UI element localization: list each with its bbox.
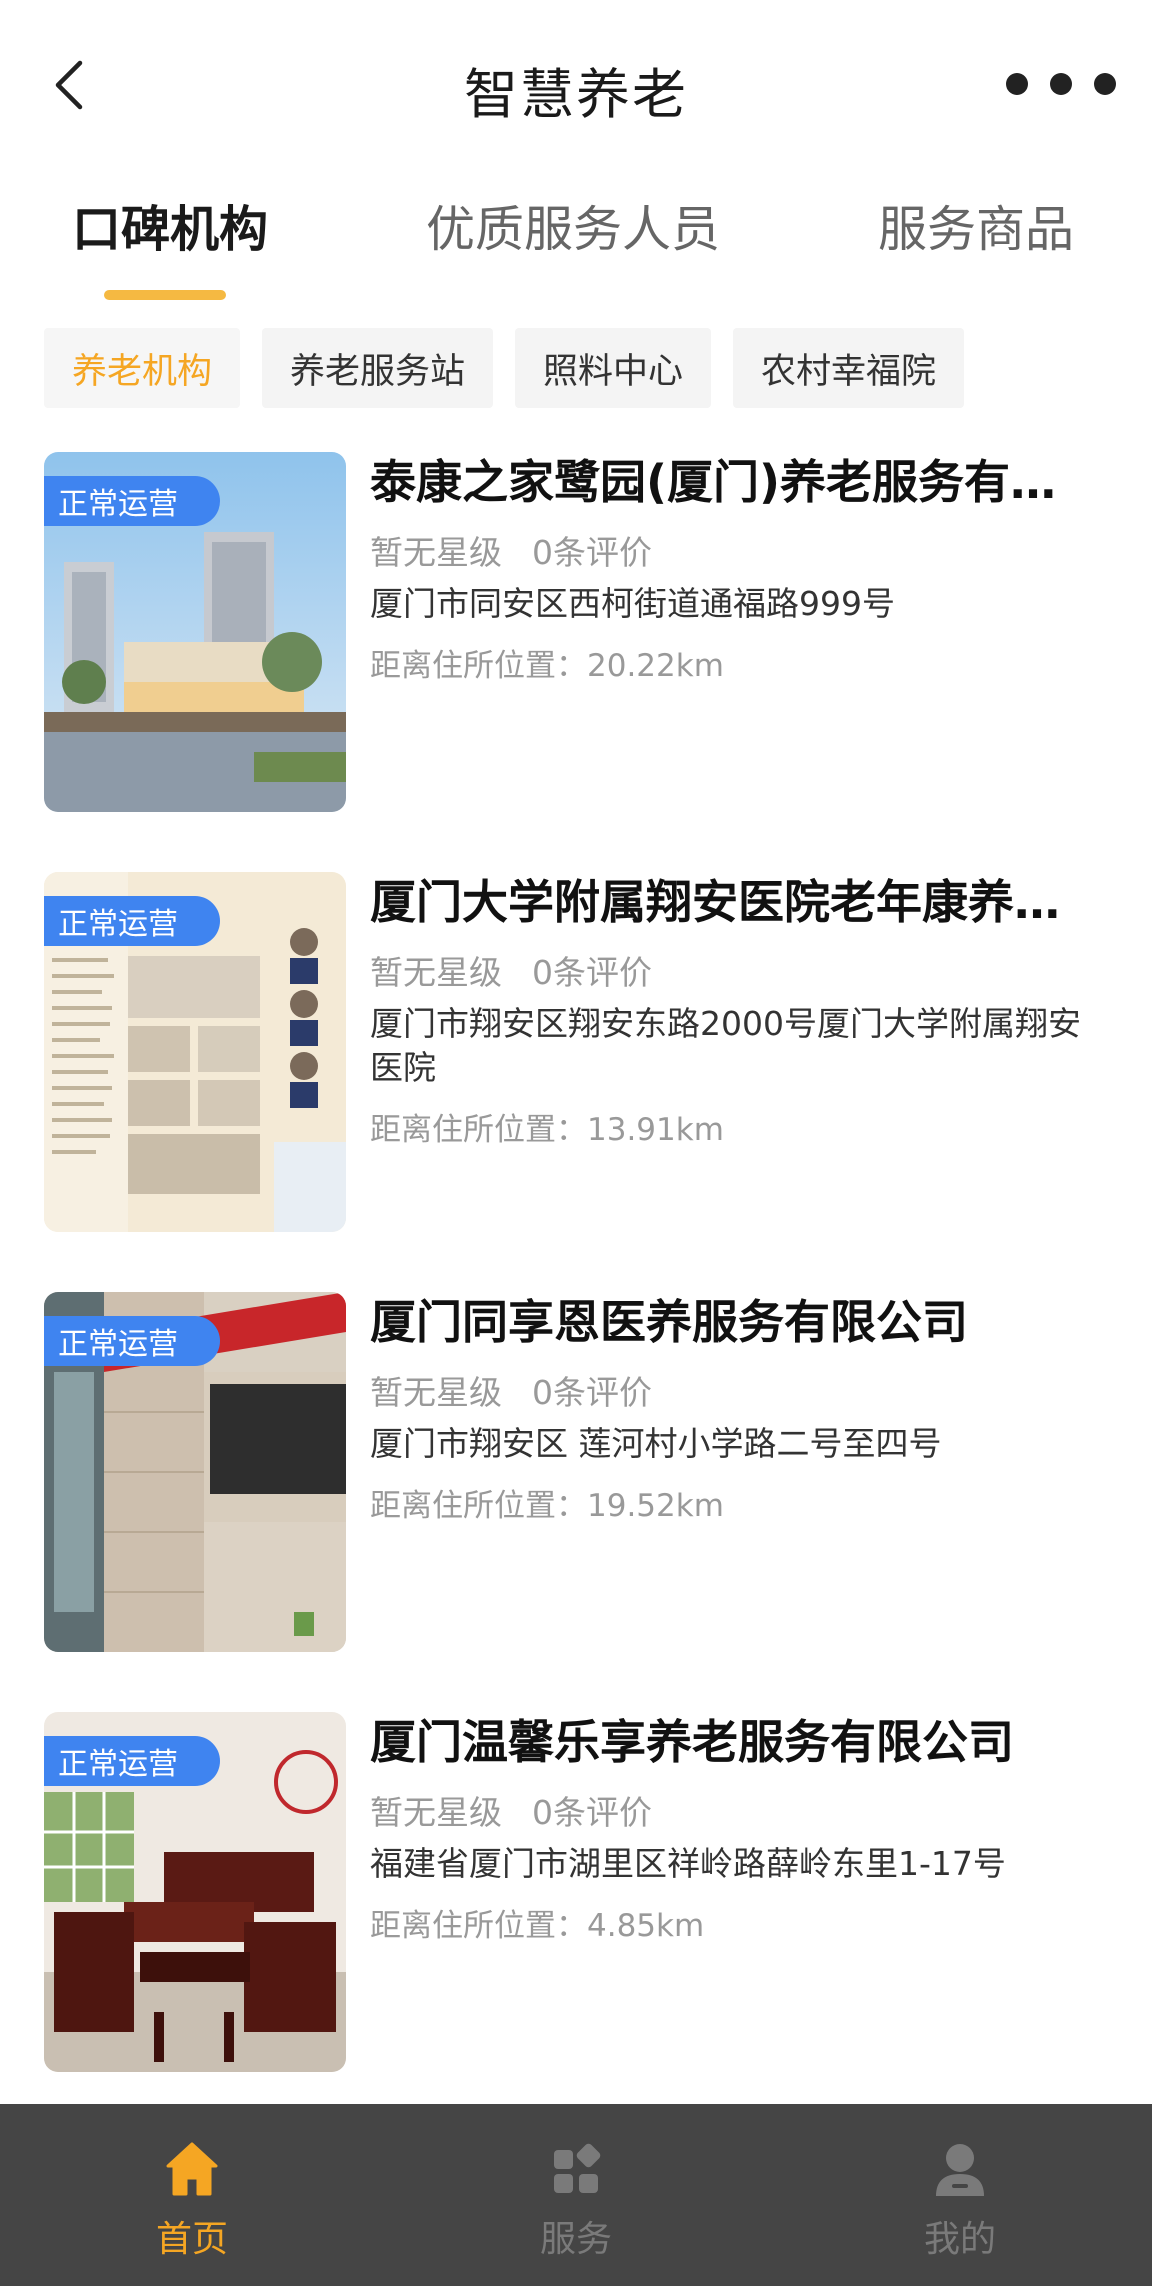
home-icon [166, 2142, 218, 2196]
institution-photo: 正常运营 [44, 452, 346, 812]
more-dot [1006, 73, 1028, 95]
institution-distance: 距离住所位置：20.22km [370, 648, 724, 684]
institution-name: 厦门大学附属翔安医院老年康养中心 [370, 875, 1098, 929]
institution-card[interactable]: 正常运营 厦门大学附属翔安医院老年康养中心 暂无星级 0条评价 厦门市翔安区翔安东… [0, 872, 1152, 1234]
institution-card[interactable]: 正常运营 厦门同享恩医养服务有限公司 暂无星级 0条评价 厦门市翔安区 莲河村小学… [0, 1292, 1152, 1654]
page: 智慧养老 口碑机构 优质服务人员 服务商品 养老机构 养老服务站 照料中心 农村… [0, 0, 1152, 2286]
page-title: 智慧养老 [464, 63, 688, 126]
nav-home-label: 首页 [155, 2219, 228, 2260]
institution-photo: 正常运营 [44, 872, 346, 1232]
more-button[interactable] [1006, 64, 1116, 104]
chip-rural-happiness-home[interactable]: 农村幸福院 [733, 328, 965, 408]
star-rating: 暂无星级 [370, 1793, 502, 1832]
top-bar: 智慧养老 [0, 0, 1152, 170]
rating-row: 暂无星级 0条评价 [370, 526, 652, 574]
chip-care-center[interactable]: 照料中心 [515, 328, 712, 408]
more-dot [1050, 73, 1072, 95]
institution-address: 福建省厦门市湖里区祥岭路薛岭东里1-17号 [370, 1844, 1006, 1883]
nav-service[interactable]: 服务 [476, 2104, 676, 2286]
status-badge: 正常运营 [44, 476, 220, 526]
institution-address: 厦门市同安区西柯街道通福路999号 [370, 584, 895, 623]
star-rating: 暂无星级 [370, 533, 502, 572]
status-badge: 正常运营 [44, 896, 220, 946]
institution-card[interactable]: 正常运营 泰康之家鹭园(厦门)养老服务有限公司 暂无星级 0条评价 厦门市同安区西… [0, 452, 1152, 814]
rating-row: 暂无星级 0条评价 [370, 1786, 652, 1834]
nav-mine-label: 我的 [923, 2219, 996, 2260]
review-count: 0条评价 [532, 1373, 652, 1412]
nav-service-label: 服务 [539, 2219, 612, 2260]
active-tab-indicator [104, 290, 226, 300]
nav-home[interactable]: 首页 [92, 2104, 292, 2286]
institution-name: 厦门同享恩医养服务有限公司 [370, 1295, 968, 1349]
chip-elderly-institution[interactable]: 养老机构 [44, 328, 241, 408]
institution-name: 泰康之家鹭园(厦门)养老服务有限公司 [370, 455, 1098, 509]
tab-reputation-institutions[interactable]: 口碑机构 [72, 190, 268, 261]
more-dot [1094, 73, 1116, 95]
institution-distance: 距离住所位置：13.91km [370, 1112, 724, 1148]
grid-icon [554, 2143, 601, 2193]
institution-distance: 距离住所位置：19.52km [370, 1488, 724, 1524]
institution-address: 厦门市翔安区翔安东路2000号厦门大学附属翔安医院 [370, 1004, 1081, 1087]
star-rating: 暂无星级 [370, 953, 502, 992]
rating-row: 暂无星级 0条评价 [370, 946, 652, 994]
institution-distance: 距离住所位置：4.85km [370, 1908, 705, 1944]
tab-service-staff[interactable]: 优质服务人员 [426, 190, 720, 261]
bottom-nav: 首页 服务 我的 [0, 2104, 1152, 2286]
institution-photo: 正常运营 [44, 1292, 346, 1652]
rating-row: 暂无星级 0条评价 [370, 1366, 652, 1414]
institution-card[interactable]: 正常运营 厦门温馨乐享养老服务有限公司 暂无星级 0条评价 福建省厦门市湖里区祥岭… [0, 1712, 1152, 2074]
status-badge: 正常运营 [44, 1316, 220, 1366]
status-badge: 正常运营 [44, 1736, 220, 1786]
institution-name: 厦门温馨乐享养老服务有限公司 [370, 1715, 1014, 1769]
tab-service-products[interactable]: 服务商品 [878, 190, 1074, 261]
user-icon [936, 2144, 984, 2196]
star-rating: 暂无星级 [370, 1373, 502, 1412]
nav-mine[interactable]: 我的 [860, 2104, 1060, 2286]
category-chips: 养老机构 养老服务站 照料中心 农村幸福院 [44, 328, 965, 408]
institution-address: 厦门市翔安区 莲河村小学路二号至四号 [370, 1424, 942, 1463]
institution-photo: 正常运营 [44, 1712, 346, 2072]
review-count: 0条评价 [532, 953, 652, 992]
review-count: 0条评价 [532, 533, 652, 572]
chip-service-station[interactable]: 养老服务站 [262, 328, 494, 408]
review-count: 0条评价 [532, 1793, 652, 1832]
